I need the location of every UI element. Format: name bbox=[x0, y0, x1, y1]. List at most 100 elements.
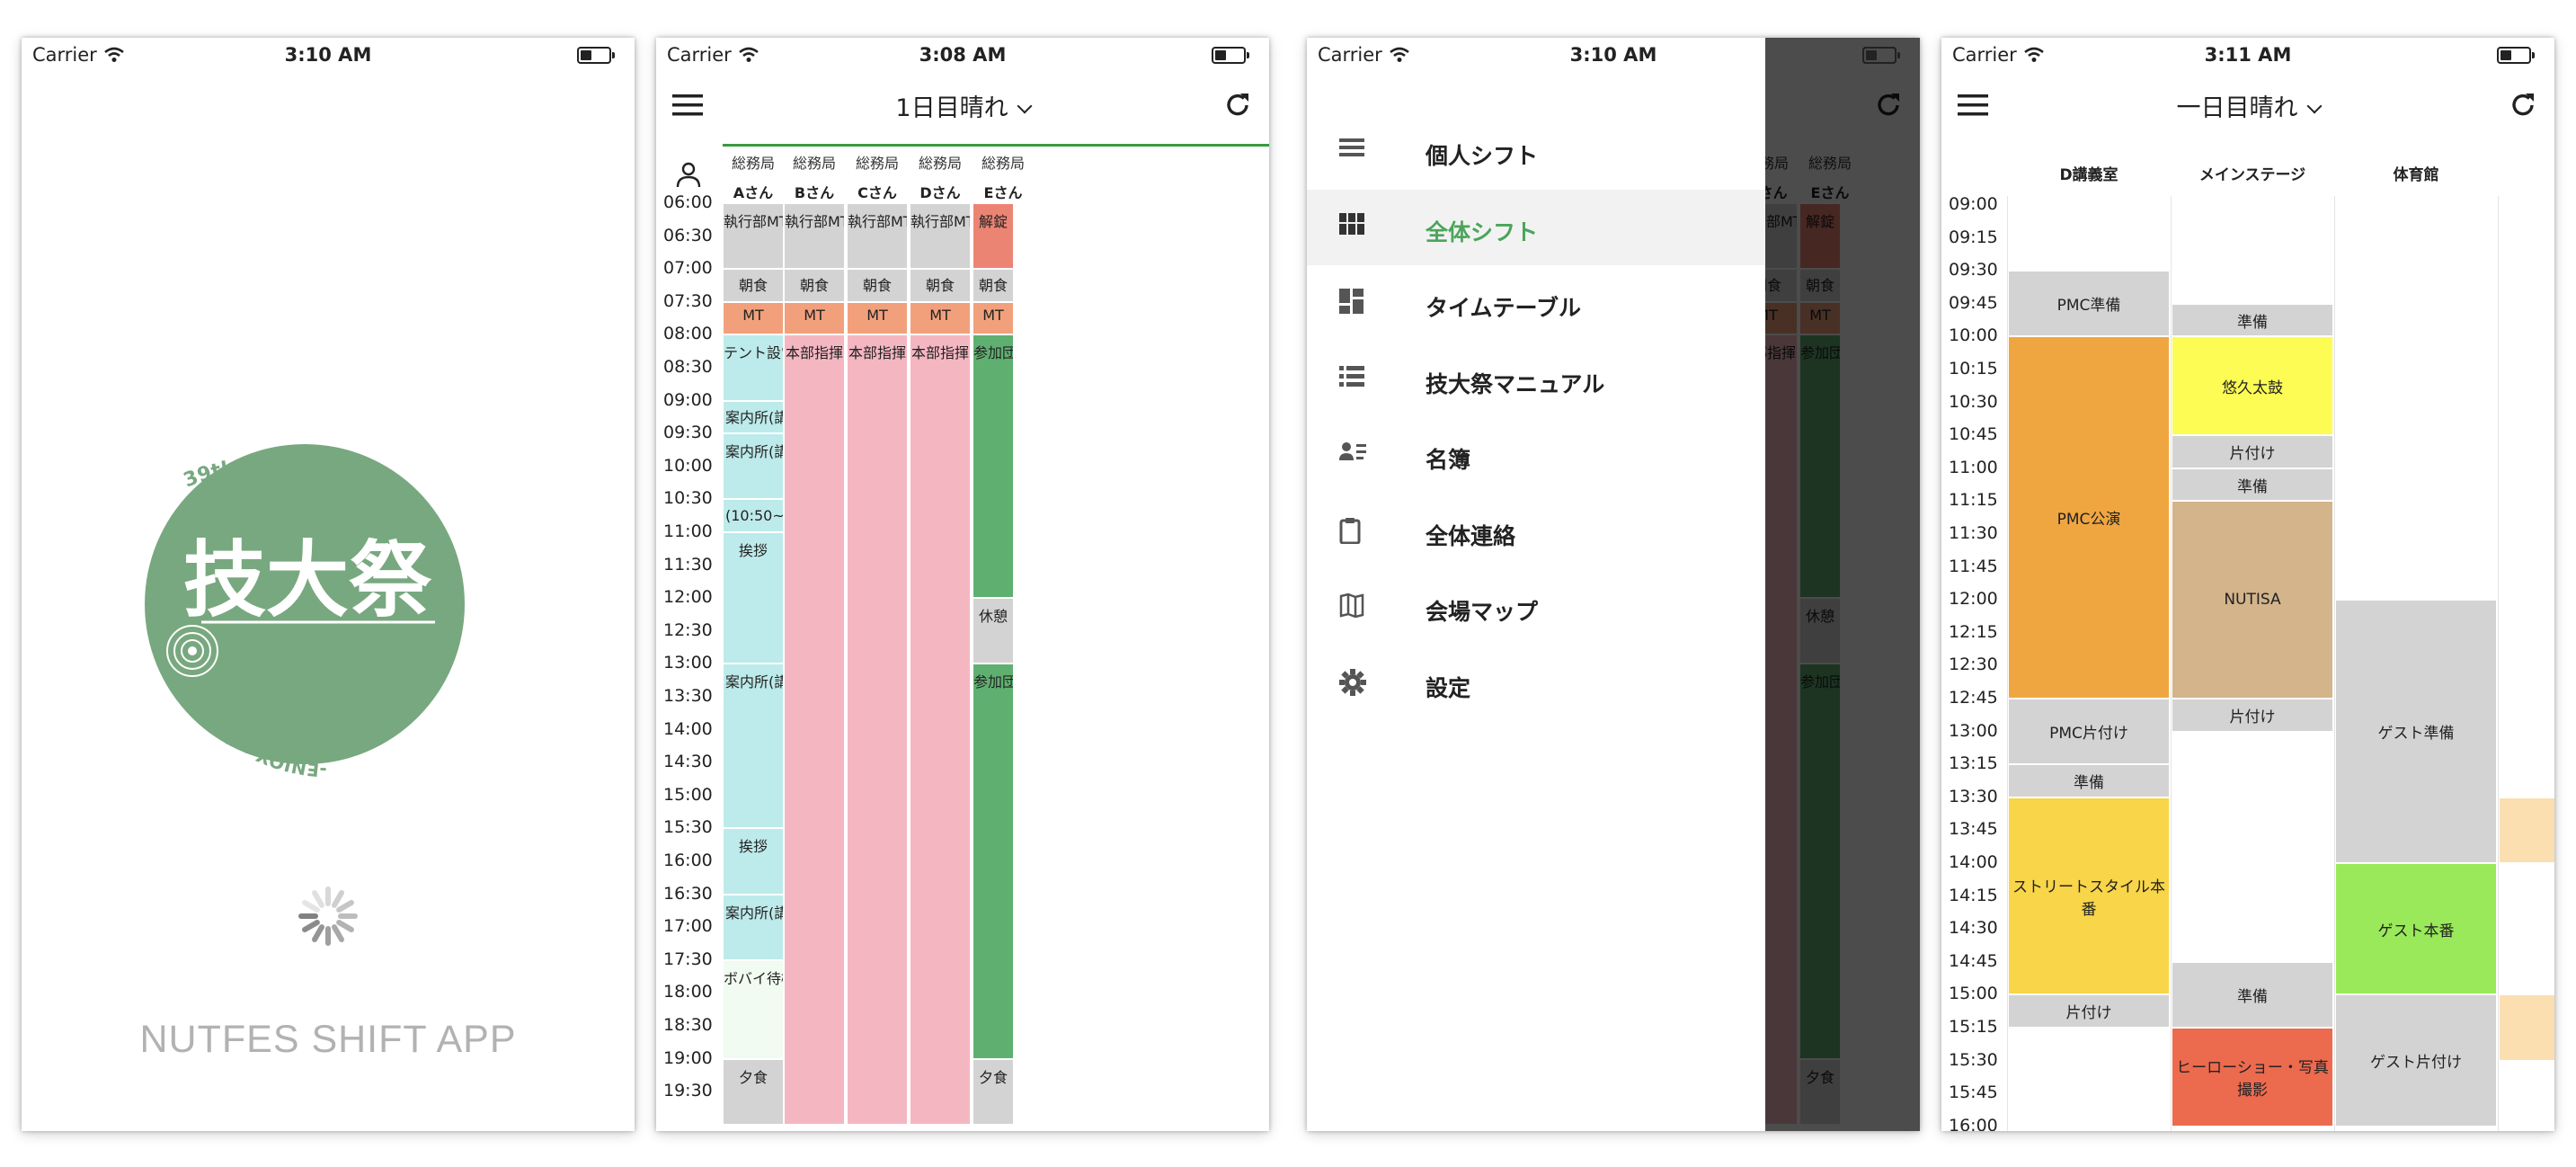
event-block[interactable]: おもち bbox=[2500, 995, 2554, 1060]
event-block[interactable]: ゲスト片付け bbox=[2336, 995, 2496, 1126]
loading-progress-bar bbox=[723, 144, 1269, 147]
drawer-item[interactable]: 技大祭マニュアル bbox=[1307, 342, 1765, 417]
reload-icon[interactable] bbox=[2508, 90, 2538, 120]
event-block[interactable]: 片付け bbox=[2009, 995, 2169, 1027]
time-label: 08:00 bbox=[663, 324, 713, 344]
event-block[interactable]: 片付け bbox=[2172, 699, 2332, 731]
shift-block[interactable]: 参加団体 bbox=[973, 335, 1013, 598]
splash-screen: Carrier 3:10 AM 39th NAGAOKA UNIVERSITY … bbox=[22, 38, 635, 1131]
time-label: 09:30 bbox=[663, 423, 713, 443]
drawer-item-label: 全体連絡 bbox=[1426, 522, 1516, 549]
shift-block[interactable]: 執行部MT bbox=[848, 204, 907, 269]
map-icon bbox=[1339, 592, 1364, 621]
reload-icon[interactable] bbox=[1222, 90, 1253, 120]
nav-bar: 一日目晴れ bbox=[1941, 70, 2554, 146]
drawer-scrim[interactable] bbox=[1765, 38, 1920, 1131]
time-label: 18:00 bbox=[663, 982, 713, 1002]
time-label: 12:45 bbox=[1949, 688, 1998, 708]
schedule-selector[interactable]: 1日目晴れ bbox=[656, 88, 1269, 123]
shift-block[interactable]: テント設営 bbox=[724, 335, 783, 400]
dashboard-icon bbox=[1339, 289, 1364, 317]
event-block[interactable]: ストリートスタイル本番 bbox=[2009, 797, 2169, 994]
event-block[interactable]: ゲスト準備 bbox=[2336, 601, 2496, 862]
shift-block[interactable]: 挨拶 bbox=[724, 829, 783, 894]
drawer-item[interactable]: タイムテーブル bbox=[1307, 265, 1765, 341]
time-label: 11:15 bbox=[1949, 490, 1998, 511]
shift-block[interactable]: 執行部MT bbox=[910, 204, 970, 269]
time-label: 10:00 bbox=[663, 455, 713, 476]
shift-block[interactable]: MT bbox=[785, 302, 844, 334]
app-name: NUTFES SHIFT APP bbox=[139, 1018, 517, 1061]
shift-block[interactable]: 朝食 bbox=[848, 270, 907, 301]
event-block[interactable]: PMC公演 bbox=[2009, 337, 2169, 698]
time-label: 18:30 bbox=[663, 1015, 713, 1035]
event-block[interactable]: 準備 bbox=[2172, 468, 2332, 501]
shift-block[interactable]: 本部指揮 bbox=[848, 335, 907, 1124]
shift-block[interactable]: 夕食 bbox=[724, 1059, 783, 1124]
time-label: 09:15 bbox=[1949, 227, 1998, 247]
shift-block[interactable]: 参加団体 bbox=[973, 664, 1013, 1058]
clipboard-icon bbox=[1339, 517, 1361, 548]
event-block[interactable]: 準備 bbox=[2172, 962, 2332, 1027]
schedule-title: 1日目晴れ bbox=[895, 94, 1008, 122]
drawer-item-label: 個人シフト bbox=[1426, 143, 1539, 169]
shift-block[interactable]: 解錠 bbox=[973, 204, 1013, 269]
time-label: 13:45 bbox=[1949, 819, 1998, 840]
time-label: 14:00 bbox=[1949, 852, 1998, 872]
shift-block[interactable]: 案内所(講義棟) bbox=[724, 895, 783, 959]
drawer-item[interactable]: 設定 bbox=[1307, 646, 1765, 721]
shift-block[interactable]: 案内所(講義棟) bbox=[724, 434, 783, 499]
shift-block[interactable]: 朝食 bbox=[785, 270, 844, 301]
shift-block[interactable]: 本部指揮 bbox=[910, 335, 970, 1124]
chevron-down-icon bbox=[1017, 98, 1033, 114]
shift-block[interactable]: 執行部MT bbox=[785, 204, 844, 269]
shift-block[interactable]: MT bbox=[910, 302, 970, 334]
drawer-item[interactable]: 全体シフト bbox=[1307, 189, 1765, 265]
time-label: 09:00 bbox=[663, 389, 713, 410]
drawer-item[interactable]: 会場マップ bbox=[1307, 569, 1765, 645]
event-block[interactable]: 準備 bbox=[2172, 304, 2332, 336]
event-block[interactable]: おもち bbox=[2500, 797, 2554, 862]
shift-block[interactable]: MT bbox=[848, 302, 907, 334]
time-label: 12:30 bbox=[663, 619, 713, 640]
time-label: 15:30 bbox=[663, 817, 713, 838]
nav-bar: 1日目晴れ bbox=[656, 70, 1269, 146]
drawer-status-bar: Carrier 3:10 AM bbox=[1307, 38, 1920, 70]
shift-block[interactable]: 朝食 bbox=[910, 270, 970, 301]
shift-block[interactable]: 執行部MT bbox=[724, 204, 783, 269]
time-label: 19:00 bbox=[663, 1047, 713, 1068]
event-block[interactable]: 悠久太鼓 bbox=[2172, 337, 2332, 435]
event-block[interactable]: PMC片付け bbox=[2009, 699, 2169, 764]
shift-block[interactable]: 本部指揮 bbox=[785, 335, 844, 1124]
status-bar: Carrier 3:11 AM bbox=[1941, 38, 2554, 70]
event-block[interactable]: PMC準備 bbox=[2009, 272, 2169, 336]
shift-block[interactable]: 案内所(講義棟) bbox=[724, 664, 783, 828]
event-block[interactable]: 片付け bbox=[2172, 436, 2332, 468]
event-block[interactable]: 準備 bbox=[2009, 765, 2169, 797]
shift-block[interactable]: (10:50~) 挨拶 bbox=[724, 500, 783, 531]
drawer-item[interactable]: 全体連絡 bbox=[1307, 494, 1765, 569]
shift-block[interactable]: 休憩 bbox=[973, 599, 1013, 664]
shift-block[interactable]: 案内所(講義棟)貝 bbox=[724, 401, 783, 433]
column-dept: 総務局 bbox=[981, 155, 1025, 172]
event-block[interactable]: ヒーローショー・写真撮影 bbox=[2172, 1029, 2332, 1126]
event-block[interactable]: NUTISA bbox=[2172, 502, 2332, 698]
chevron-down-icon bbox=[2306, 98, 2322, 114]
shift-screen: Carrier 3:08 AM 1日目晴れ 総務局 Aさん 総務局 Bさん 総務局 Cさん… bbox=[656, 38, 1269, 1131]
drawer-item[interactable]: 名簿 bbox=[1307, 417, 1765, 493]
drawer-item[interactable]: 個人シフト bbox=[1307, 113, 1765, 189]
time-label: 16:00 bbox=[1949, 1115, 1998, 1131]
shift-block[interactable]: 朝食 bbox=[724, 270, 783, 301]
shift-block[interactable]: MT bbox=[973, 302, 1013, 334]
time-label: 12:00 bbox=[663, 587, 713, 608]
shift-block[interactable]: 朝食 bbox=[973, 270, 1013, 301]
event-block[interactable]: ゲスト本番 bbox=[2336, 864, 2496, 994]
shift-block[interactable]: 挨拶 bbox=[724, 533, 783, 664]
timetable-selector[interactable]: 一日目晴れ bbox=[1941, 88, 2554, 123]
shift-block[interactable]: ボバイ待機 bbox=[724, 960, 783, 1058]
shift-block[interactable]: 夕食 bbox=[973, 1059, 1013, 1124]
loading-spinner-icon bbox=[298, 886, 358, 946]
festival-logo: 39th NAGAOKA UNIVERSITY OF TECHNOLOGY FE… bbox=[138, 406, 465, 781]
battery-icon bbox=[1862, 47, 1900, 64]
shift-block[interactable]: MT bbox=[724, 302, 783, 334]
